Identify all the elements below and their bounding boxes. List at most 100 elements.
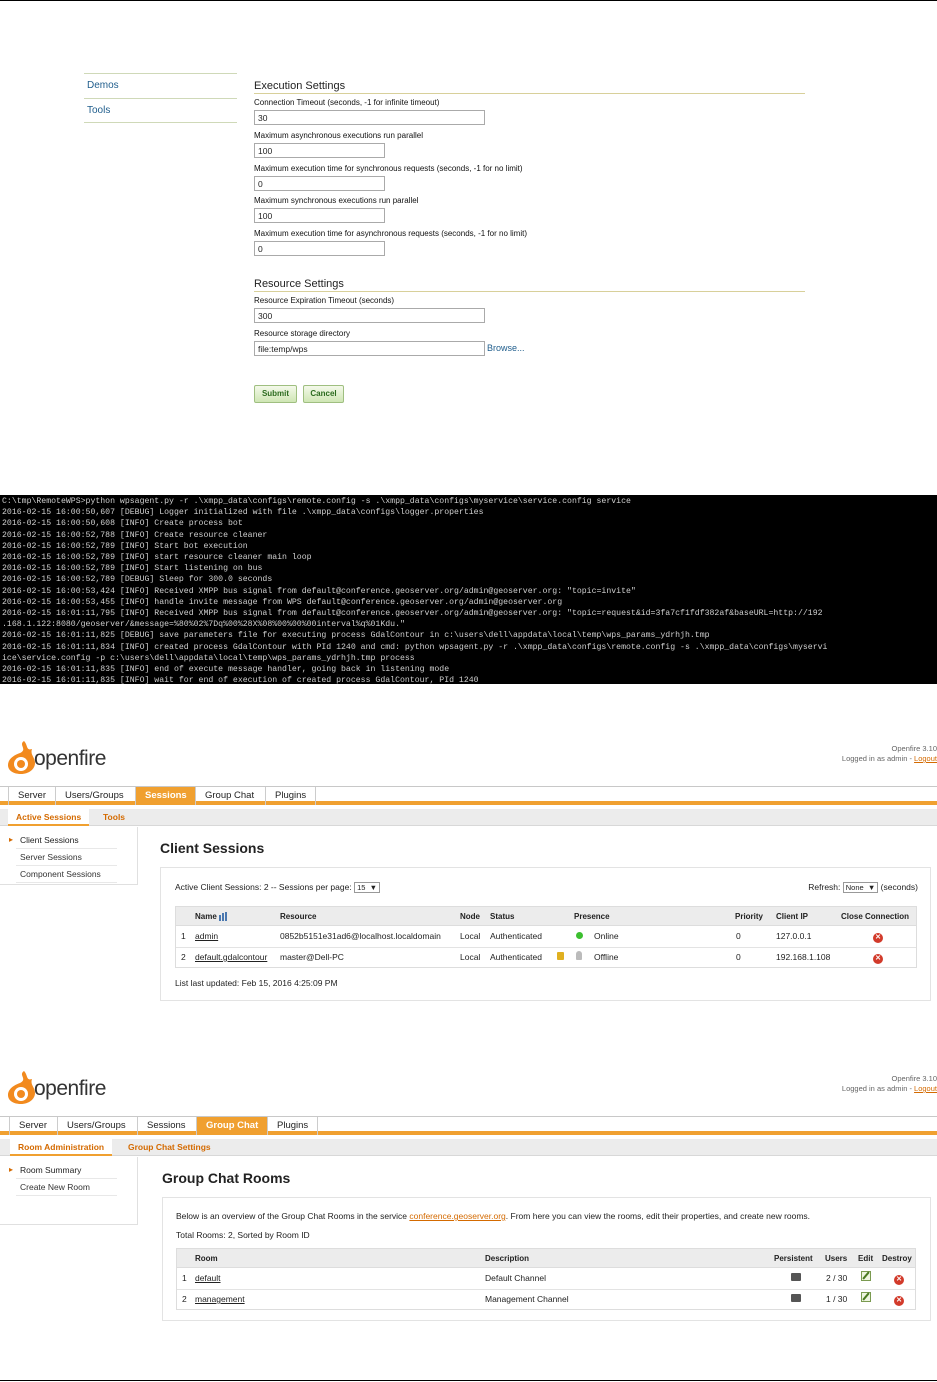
- console-line: 2016-02-15 16:00:52,789 [INFO] Start lis…: [2, 564, 263, 574]
- session-presence: Offline: [594, 952, 619, 962]
- logout-link[interactable]: Logout: [914, 754, 937, 763]
- tab-sessions[interactable]: Sessions: [135, 787, 196, 805]
- col-name[interactable]: Name: [195, 907, 228, 926]
- max-sync-parallel-input[interactable]: [254, 208, 385, 223]
- edit-icon[interactable]: [861, 1290, 871, 1309]
- room-description: Default Channel: [485, 1273, 546, 1283]
- sessions-summary: Active Client Sessions: 2 -- Sessions pe…: [175, 882, 381, 894]
- close-connection-icon[interactable]: ✕: [873, 948, 883, 967]
- console-line: 2016-02-15 16:00:52,788 [INFO] Create re…: [2, 530, 268, 540]
- tab-plugins[interactable]: Plugins: [265, 787, 317, 805]
- last-updated-text: List last updated: Feb 15, 2016 4:25:09 …: [175, 978, 338, 988]
- tab-server[interactable]: Server: [8, 787, 55, 805]
- col-resource: Resource: [280, 912, 317, 921]
- sidebar-item-client-sessions[interactable]: Client Sessions: [9, 832, 117, 849]
- session-client-ip: 127.0.0.1: [776, 931, 812, 941]
- room-name-link[interactable]: default: [195, 1269, 221, 1288]
- page-title: Client Sessions: [160, 840, 265, 856]
- page-bottom-rule: [0, 1380, 937, 1381]
- col-destroy: Destroy: [882, 1254, 912, 1263]
- session-node: Local: [460, 931, 481, 941]
- logout-link[interactable]: Logout: [914, 1084, 937, 1093]
- refresh-control: Refresh: None ▼ (seconds): [808, 882, 918, 894]
- console-line: .168.1.122:8080/geoserver/&message=%80%0…: [2, 620, 405, 630]
- col-presence: Presence: [574, 912, 610, 921]
- cancel-button[interactable]: Cancel: [303, 385, 344, 403]
- max-async-parallel-input[interactable]: [254, 143, 385, 158]
- destroy-icon[interactable]: ✕: [894, 1269, 904, 1288]
- sessions-table: Name Resource Node Status Presence Prior…: [175, 906, 917, 968]
- sidebar-item-create-new-room[interactable]: Create New Room: [16, 1179, 117, 1196]
- subtab-active-sessions[interactable]: Active Sessions: [8, 809, 90, 826]
- max-async-time-input[interactable]: [254, 241, 385, 256]
- tab-server[interactable]: Server: [9, 1117, 56, 1135]
- console-line: 2016-02-15 16:01:11,825 [DEBUG] save par…: [2, 631, 710, 641]
- rooms-content-box: Below is an overview of the Group Chat R…: [162, 1197, 931, 1321]
- edit-icon[interactable]: [861, 1269, 871, 1288]
- col-node: Node: [460, 912, 480, 921]
- per-page-value: 15: [357, 883, 366, 893]
- per-page-select[interactable]: 15 ▼: [354, 882, 381, 894]
- room-users: 2 / 30: [826, 1273, 848, 1283]
- presence-online-icon: [576, 927, 583, 946]
- tab-sessions[interactable]: Sessions: [137, 1117, 195, 1135]
- openfire-flame-icon: [8, 741, 35, 774]
- submit-button[interactable]: Submit: [254, 385, 297, 403]
- resource-settings-heading: Resource Settings: [254, 278, 805, 292]
- groupchat-sidebar: Room Summary Create New Room: [0, 1157, 138, 1225]
- rooms-intro-text-post: . From here you can view the rooms, edit…: [505, 1211, 811, 1221]
- console-line: 2016-02-15 16:00:53,424 [INFO] Received …: [2, 586, 636, 596]
- tab-group-chat[interactable]: Group Chat: [196, 1117, 268, 1135]
- tab-users-groups[interactable]: Users/Groups: [55, 787, 133, 805]
- sort-icon: [219, 912, 228, 922]
- subtab-room-administration[interactable]: Room Administration: [10, 1139, 113, 1156]
- room-name-link[interactable]: management: [195, 1290, 245, 1309]
- logged-in-label: Logged in as admin -: [841, 1084, 915, 1093]
- session-name-link[interactable]: admin: [195, 927, 218, 946]
- nav-demos[interactable]: Demos: [84, 73, 237, 98]
- refresh-value: None: [845, 883, 864, 893]
- sidebar-item-room-summary[interactable]: Room Summary: [9, 1162, 117, 1179]
- max-sync-time-input[interactable]: [254, 176, 385, 191]
- tab-users-groups[interactable]: Users/Groups: [57, 1117, 135, 1135]
- sidebar-item-server-sessions[interactable]: Server Sessions: [16, 849, 117, 866]
- max-sync-time-label: Maximum execution time for synchronous r…: [254, 164, 523, 173]
- console-line: 2016-02-15 16:01:11,795 [INFO] Received …: [2, 609, 823, 619]
- header-account-info: Openfire 3.10 Logged in as admin - Logou…: [842, 744, 937, 764]
- resource-expiration-label: Resource Expiration Timeout (seconds): [254, 296, 395, 305]
- conference-service-link[interactable]: conference.geoserver.org: [409, 1211, 505, 1221]
- tab-group-chat[interactable]: Group Chat: [195, 787, 263, 805]
- resource-storage-label: Resource storage directory: [254, 329, 351, 338]
- session-name-link[interactable]: default.gdalcontour: [195, 948, 267, 967]
- resource-storage-input[interactable]: [254, 341, 485, 356]
- version-label: Openfire 3.10: [891, 1074, 937, 1083]
- close-connection-icon[interactable]: ✕: [873, 927, 883, 946]
- logged-in-label: Logged in as admin -: [841, 754, 915, 763]
- session-resource: master@Dell-PC: [280, 952, 344, 962]
- console-line: 2016-02-15 16:00:53,455 [INFO] handle in…: [2, 597, 563, 607]
- resource-expiration-input[interactable]: [254, 308, 485, 323]
- tab-plugins[interactable]: Plugins: [267, 1117, 319, 1135]
- persistent-icon: [791, 1269, 801, 1288]
- sub-tabbar: Room Administration Group Chat Settings: [0, 1139, 937, 1156]
- subtab-group-chat-settings[interactable]: Group Chat Settings: [120, 1139, 219, 1156]
- sidebar-item-component-sessions[interactable]: Component Sessions: [16, 866, 117, 883]
- version-label: Openfire 3.10: [891, 744, 937, 753]
- console-line: 2016-02-15 16:01:11,834 [INFO] created p…: [2, 642, 828, 652]
- connection-timeout-input[interactable]: [254, 110, 485, 125]
- col-users: Users: [825, 1254, 848, 1263]
- console-line: 2016-02-15 16:01:11,835 [INFO] end of ex…: [2, 665, 450, 675]
- destroy-icon[interactable]: ✕: [894, 1290, 904, 1309]
- browse-link[interactable]: Browse...: [487, 343, 525, 353]
- console-line: 2016-02-15 16:00:52,789 [INFO] Start bot…: [2, 541, 248, 551]
- nav-tools[interactable]: Tools: [84, 98, 237, 123]
- refresh-unit: (seconds): [880, 882, 918, 892]
- console-line: C:\tmp\RemoteWPS>python wpsagent.py -r .…: [2, 497, 631, 506]
- openfire-logo: [4, 1069, 38, 1107]
- console-line: 2016-02-15 16:00:52,789 [DEBUG] Sleep fo…: [2, 575, 273, 585]
- subtab-tools[interactable]: Tools: [95, 809, 133, 826]
- session-resource: 0852b5151e31ad6@localhost.localdomain: [280, 931, 441, 941]
- col-priority: Priority: [735, 912, 764, 921]
- refresh-select[interactable]: None ▼: [842, 882, 879, 894]
- col-edit: Edit: [858, 1254, 874, 1263]
